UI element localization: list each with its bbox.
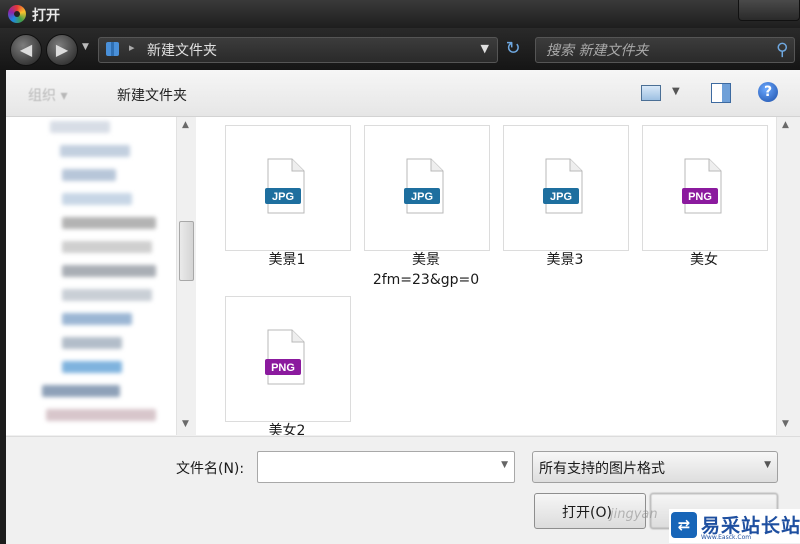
scroll-down-icon[interactable]: ▼ [782,419,789,429]
file-name[interactable]: 美景 2fm=23&gp=0 [351,250,501,290]
new-folder-button[interactable]: 新建文件夹 [117,85,187,105]
png-file-icon: PNG [682,158,722,214]
scroll-up-icon[interactable]: ▲ [782,120,789,130]
change-view-icon[interactable] [641,85,661,101]
jpg-file-icon: JPG [543,158,583,214]
svg-text:JPG: JPG [550,191,572,203]
chevron-down-icon[interactable]: ▼ [764,460,771,470]
nav-item[interactable] [60,145,130,157]
nav-item[interactable] [62,193,132,205]
file-tile[interactable]: JPG [225,125,351,251]
organize-menu[interactable]: 组织 ▾ [28,85,67,105]
file-type-select[interactable]: 所有支持的图片格式 ▼ [532,451,778,483]
search-input[interactable]: 搜索 新建文件夹 [546,40,648,60]
svg-text:JPG: JPG [272,191,294,203]
svg-text:PNG: PNG [271,362,295,374]
search-box[interactable]: 搜索 新建文件夹 ⚲ [535,37,795,63]
recent-pages-dropdown[interactable]: ▼ [82,42,89,52]
scroll-up-icon[interactable]: ▲ [182,120,189,130]
jpg-file-icon: JPG [265,158,305,214]
nav-item[interactable] [42,385,120,397]
nav-item[interactable] [62,217,156,229]
preview-pane-icon[interactable] [711,83,731,103]
close-button[interactable] [738,0,800,21]
address-toolbar: ◀ ▶ ▼ ▸ 新建文件夹 ▼ ↻ 搜索 新建文件夹 ⚲ [0,28,800,70]
open-button-label: 打开(O) [562,505,612,521]
forward-button[interactable]: ▶ [46,34,78,66]
nav-item[interactable] [62,265,156,277]
scrollbar-thumb[interactable] [179,221,194,281]
file-type-value[interactable]: 所有支持的图片格式 [539,458,665,478]
window-title: 打开 [32,8,60,24]
nav-item[interactable] [50,121,110,133]
file-tile[interactable]: PNG [225,296,351,422]
address-bar[interactable]: ▸ 新建文件夹 ▼ [98,37,498,63]
file-name[interactable]: 美景3 [490,250,640,270]
filename-label: 文件名(N): [176,461,245,477]
filename-field[interactable]: ▼ [257,451,515,483]
svg-text:PNG: PNG [688,191,712,203]
file-name[interactable]: 美女2 [212,421,362,435]
nav-item[interactable] [62,169,116,181]
file-name[interactable]: 美景1 [212,250,362,270]
breadcrumb-current-folder[interactable]: 新建文件夹 [147,40,217,60]
nav-item[interactable] [62,337,122,349]
refresh-icon[interactable]: ↻ [500,37,526,61]
nav-item[interactable] [62,361,122,373]
back-button[interactable]: ◀ [10,34,42,66]
nav-item[interactable] [62,313,132,325]
file-tile[interactable]: JPG [364,125,490,251]
filename-history-dropdown-icon[interactable]: ▼ [501,460,508,470]
faint-watermark-text: jingyan [610,507,658,522]
view-options-dropdown-icon[interactable]: ▼ [672,86,680,97]
navigation-scrollbar[interactable]: ▲ ▼ [176,117,196,435]
command-bar: 组织 ▾ 新建文件夹 ▼ ? [6,70,800,117]
library-icon [106,42,119,56]
png-file-icon: PNG [265,329,305,385]
breadcrumb-separator-icon[interactable]: ▸ [129,41,135,54]
file-list[interactable]: JPG 美景1 JPG 美景 2fm=23&gp=0 JPG 美景3 PNG 美… [196,117,776,435]
file-name[interactable]: 美女 [629,250,776,270]
nav-item[interactable] [46,409,156,421]
file-tile[interactable]: PNG [642,125,768,251]
nav-item[interactable] [62,289,152,301]
svg-text:JPG: JPG [411,191,433,203]
help-icon[interactable]: ? [758,82,778,102]
site-logo-icon: ⇄ [671,512,697,538]
jpg-file-icon: JPG [404,158,444,214]
file-list-scrollbar[interactable]: ▲ ▼ [776,117,796,435]
address-dropdown-icon[interactable]: ▼ [481,42,489,55]
file-tile[interactable]: JPG [503,125,629,251]
scroll-down-icon[interactable]: ▼ [182,419,189,429]
nav-item[interactable] [62,241,152,253]
watermark-url: Www.Easck.Com [701,534,752,541]
site-watermark: ⇄ 易采站长站 Www.Easck.Com [669,509,800,543]
search-icon[interactable]: ⚲ [776,40,788,60]
app-icon [8,5,26,23]
navigation-pane[interactable] [6,117,176,435]
title-bar: 打开 [0,0,800,28]
